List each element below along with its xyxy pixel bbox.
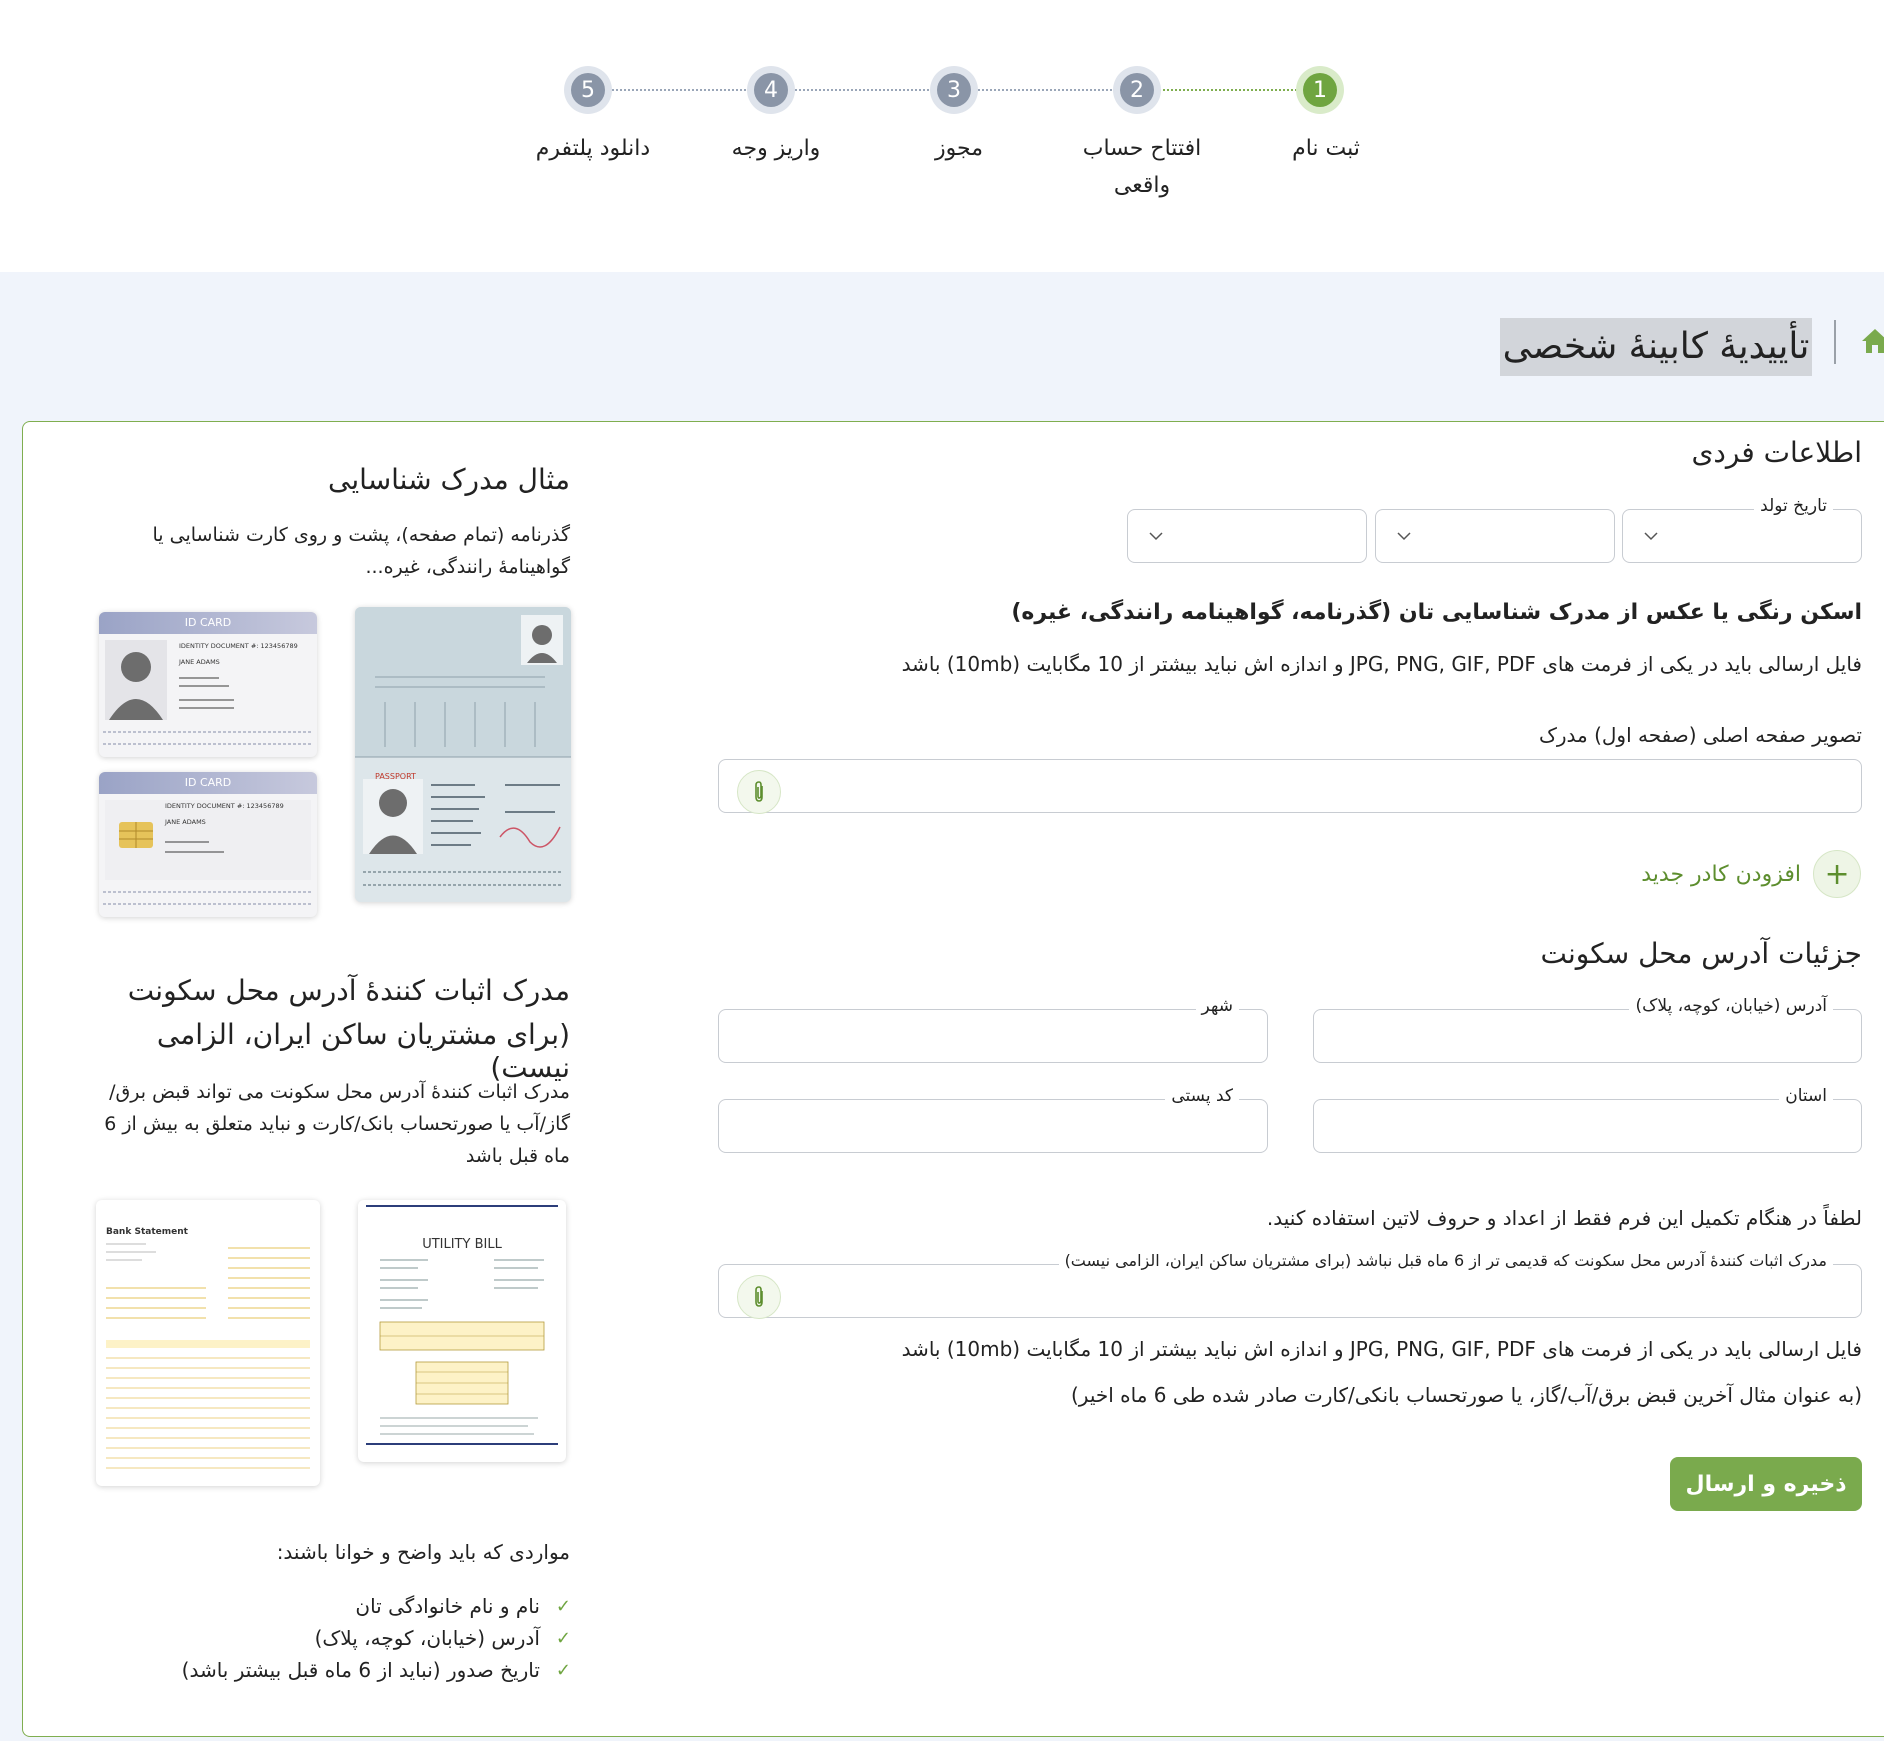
personal-info-title: اطلاعات فردی bbox=[1691, 436, 1863, 469]
scan-heading: اسکن رنگی یا عکس از مدرک شناسایی تان (گذ… bbox=[1011, 600, 1862, 625]
chevron-down-icon bbox=[1644, 532, 1658, 541]
id-card-back-image: ID CARD IDENTITY DOCUMENT #: 123456789 J… bbox=[99, 772, 317, 917]
home-icon[interactable] bbox=[1860, 326, 1884, 356]
id-upload-field[interactable] bbox=[718, 759, 1862, 814]
step-2-label: افتتاح حساب واقعی bbox=[1082, 136, 1202, 198]
step-connector bbox=[770, 89, 953, 91]
svg-text:Bank Statement: Bank Statement bbox=[106, 1227, 189, 1237]
birth-year-select[interactable] bbox=[1127, 509, 1367, 563]
postal-code-input[interactable] bbox=[733, 1110, 1253, 1142]
check-icon: ✓ bbox=[555, 1595, 571, 1617]
province-input[interactable] bbox=[1328, 1110, 1847, 1142]
add-frame-button[interactable]: + افزودن کادر جدید bbox=[1641, 850, 1861, 898]
step-4-circle[interactable]: 4 bbox=[747, 66, 795, 114]
city-label: شهر bbox=[1195, 996, 1239, 1016]
check-icon: ✓ bbox=[555, 1659, 571, 1681]
passport-label: PASSPORT bbox=[375, 772, 416, 781]
birth-date-label: تاریخ تولد bbox=[1754, 496, 1833, 516]
step-2-circle[interactable]: 2 bbox=[1113, 66, 1161, 114]
step-5-circle[interactable]: 5 bbox=[564, 66, 612, 114]
street-field[interactable]: آدرس (خیابان، کوچه، پلاک) bbox=[1313, 996, 1862, 1063]
bank-statement-image: Bank Statement bbox=[96, 1200, 320, 1486]
street-label: آدرس (خیابان، کوچه، پلاک) bbox=[1629, 996, 1833, 1016]
id-card-header: ID CARD bbox=[99, 772, 317, 794]
birth-month-select[interactable] bbox=[1375, 509, 1615, 563]
step-1-label: ثبت نام bbox=[1292, 136, 1360, 161]
example-note: (به عنوان مثال آخرین قبض برق/آب/گاز، یا … bbox=[1071, 1383, 1862, 1407]
step-1-circle[interactable]: 1 bbox=[1296, 66, 1344, 114]
address-title: جزئیات آدرس محل سکونت bbox=[1540, 937, 1863, 970]
check-icon: ✓ bbox=[555, 1627, 571, 1649]
city-field[interactable]: شهر bbox=[718, 996, 1268, 1063]
svg-text:IDENTITY DOCUMENT #: 123456789: IDENTITY DOCUMENT #: 123456789 bbox=[179, 642, 298, 650]
chevron-down-icon bbox=[1149, 532, 1163, 541]
attach-button[interactable] bbox=[737, 1275, 781, 1319]
chevron-down-icon bbox=[1397, 532, 1411, 541]
requirement-item: ✓ آدرس (خیابان، کوچه، پلاک) bbox=[314, 1626, 571, 1650]
address-proof-upload-field[interactable]: مدرک اثبات کنندهٔ آدرس محل سکونت که قدیم… bbox=[718, 1251, 1862, 1319]
step-3-label: مجوز bbox=[935, 136, 983, 161]
page-title: تأییدیهٔ کابینهٔ شخصی bbox=[1500, 318, 1812, 376]
street-input[interactable] bbox=[1328, 1020, 1847, 1052]
passport-sample-image: PASSPORT bbox=[355, 607, 571, 902]
province-label: استان bbox=[1779, 1086, 1833, 1106]
step-3-circle[interactable]: 3 bbox=[930, 66, 978, 114]
birth-day-select[interactable]: تاریخ تولد bbox=[1622, 496, 1862, 563]
address-proof-label: مدرک اثبات کنندهٔ آدرس محل سکونت که قدیم… bbox=[1058, 1251, 1833, 1270]
title-divider bbox=[1834, 320, 1836, 364]
paperclip-icon bbox=[755, 781, 763, 802]
step-connector bbox=[1136, 89, 1320, 91]
plus-icon: + bbox=[1813, 850, 1861, 898]
id-card-front-image: ID CARD IDENTITY DOCUMENT #: 123456789 J… bbox=[99, 612, 317, 757]
city-input[interactable] bbox=[733, 1020, 1253, 1052]
requirement-item: ✓ تاریخ صدور (نباید از 6 ماه قبل بیشتر ب… bbox=[181, 1658, 571, 1682]
id-card-header: ID CARD bbox=[99, 612, 317, 634]
save-submit-button[interactable]: ذخیره و ارسال bbox=[1670, 1457, 1862, 1511]
main-page-label: تصویر صفحه اصلی (صفحه اول) مدرک bbox=[1538, 723, 1862, 747]
latin-note: لطفاً در هنگام تکمیل این فرم فقط از اعدا… bbox=[1266, 1206, 1862, 1230]
address-proof-desc: مدرک اثبات کنندهٔ آدرس محل سکونت می توان… bbox=[104, 1081, 570, 1167]
requirements-title: مواردی که باید واضح و خوانا باشند: bbox=[276, 1540, 570, 1564]
requirement-item: ✓ نام و نام خانوادگی تان bbox=[355, 1594, 571, 1618]
id-file-note: فایل ارسالی باید در یکی از فرمت های JPG,… bbox=[901, 652, 1862, 676]
address-proof-title-1: مدرک اثبات کنندهٔ آدرس محل سکونت bbox=[127, 974, 570, 1007]
svg-text:UTILITY BILL: UTILITY BILL bbox=[422, 1237, 502, 1252]
postal-code-field[interactable]: کد پستی bbox=[718, 1086, 1268, 1153]
province-field[interactable]: استان bbox=[1313, 1086, 1862, 1153]
step-connector bbox=[588, 89, 770, 91]
svg-text:IDENTITY DOCUMENT #: 123456789: IDENTITY DOCUMENT #: 123456789 bbox=[165, 802, 284, 810]
svg-text:JANE ADAMS: JANE ADAMS bbox=[164, 818, 206, 826]
address-file-note: فایل ارسالی باید در یکی از فرمت های JPG,… bbox=[901, 1337, 1862, 1361]
paperclip-icon bbox=[755, 1286, 763, 1307]
address-proof-title-2: (برای مشتریان ساکن ایران، الزامی نیست) bbox=[156, 1018, 570, 1084]
step-5-label: دانلود پلتفرم bbox=[535, 136, 651, 161]
attach-button[interactable] bbox=[737, 770, 781, 814]
postal-code-label: کد پستی bbox=[1165, 1086, 1239, 1106]
id-example-desc: گذرنامه (تمام صفحه)، پشت و روی کارت شناس… bbox=[152, 524, 570, 578]
id-example-title: مثال مدرک شناسایی bbox=[328, 463, 570, 496]
step-connector bbox=[953, 89, 1136, 91]
svg-text:JANE ADAMS: JANE ADAMS bbox=[178, 658, 220, 666]
step-4-label: واریز وجه bbox=[731, 136, 821, 161]
utility-bill-image: UTILITY BILL bbox=[358, 1200, 566, 1462]
progress-steps: 1 2 3 4 5 ثبت نام افتتاح حساب واقعی مجوز… bbox=[0, 0, 1884, 272]
